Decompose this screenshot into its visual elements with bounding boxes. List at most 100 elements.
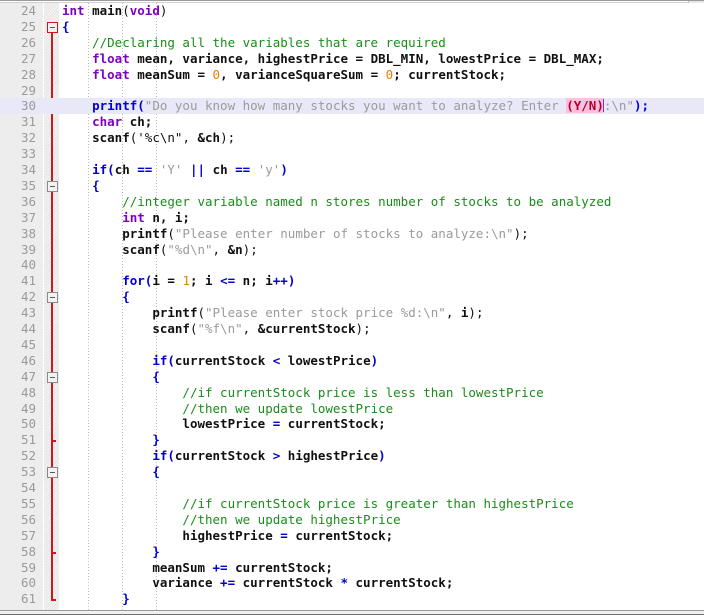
code-line[interactable]: 38 printf("Please enter number of stocks… xyxy=(0,226,704,242)
code-token: //if currentStock price is less than low… xyxy=(182,384,544,400)
code-line[interactable]: 34 if(ch == 'Y' || ch == 'y') xyxy=(0,162,704,178)
code-token: variance xyxy=(152,575,221,591)
code-token: main xyxy=(92,3,123,18)
code-line[interactable]: 56 //then we update highestPrice xyxy=(0,512,704,528)
code-line-text: //Declaring all the variables that are r… xyxy=(62,35,446,51)
code-line[interactable]: 54 xyxy=(0,480,704,496)
code-line[interactable]: 52 if(currentStock > highestPrice) xyxy=(0,448,704,464)
line-number: 45 xyxy=(20,336,36,352)
code-token: float xyxy=(92,66,130,82)
code-line[interactable]: 26 //Declaring all the variables that ar… xyxy=(0,35,704,51)
code-line-text: //integer variable named n stores number… xyxy=(62,194,611,210)
code-line[interactable]: 39 scanf("%d\n", &n); xyxy=(0,242,704,258)
code-token: } xyxy=(122,591,130,607)
code-token: ); xyxy=(220,130,236,146)
code-line[interactable]: 27 float mean, variance, highestPrice = … xyxy=(0,51,704,67)
code-line[interactable]: 60 variance += currentStock * currentSto… xyxy=(0,575,704,591)
code-line[interactable]: 55 //if currentStock price is greater th… xyxy=(0,496,704,512)
line-number: 59 xyxy=(20,559,36,575)
code-token: { xyxy=(92,177,100,193)
line-number: 27 xyxy=(20,50,36,66)
code-line-text: { xyxy=(62,289,130,305)
code-token: if xyxy=(152,352,168,368)
code-line[interactable]: 57 highestPrice = currentStock; xyxy=(0,528,704,544)
code-line[interactable]: 37 int n, i; xyxy=(0,210,704,226)
code-line[interactable]: 36 //integer variable named n stores num… xyxy=(0,194,704,210)
code-token: ) xyxy=(378,448,386,464)
code-token: 0 xyxy=(212,66,221,82)
code-token: ; i xyxy=(189,273,221,289)
line-number: 29 xyxy=(20,82,36,98)
code-token: currentStock; xyxy=(280,416,386,432)
code-token: for xyxy=(122,273,145,289)
code-line[interactable]: 50 lowestPrice = currentStock; xyxy=(0,416,704,432)
code-token: //if currentStock price is greater than … xyxy=(182,495,574,511)
code-line[interactable]: 46 if(currentStock < lowestPrice) xyxy=(0,353,704,369)
code-line[interactable]: 48 //if currentStock price is less than … xyxy=(0,385,704,401)
code-token: ) xyxy=(159,3,168,18)
code-token: } xyxy=(152,543,160,559)
code-line[interactable]: 45 xyxy=(0,337,704,353)
code-token: if xyxy=(92,162,108,177)
code-line[interactable]: 25 { xyxy=(0,19,704,35)
code-token: , xyxy=(212,241,228,257)
code-line[interactable]: 24 int main(void) xyxy=(0,3,704,19)
code-token: "Please enter number of stocks to analyz… xyxy=(174,225,514,241)
code-line-text: variance += currentStock * currentStock; xyxy=(62,575,453,591)
code-line-text: //then we update highestPrice xyxy=(62,512,400,528)
code-line[interactable]: 61 } xyxy=(0,591,704,607)
code-token: , varianceSquareSum = xyxy=(220,66,386,82)
code-line[interactable]: 49 //then we update lowestPrice xyxy=(0,401,704,417)
code-token: ch; xyxy=(122,114,153,130)
code-line-text: } xyxy=(62,591,130,607)
code-token: ) xyxy=(280,162,288,177)
line-number: 61 xyxy=(20,591,36,607)
code-line[interactable]: 32 scanf('%c\n", &ch); xyxy=(0,130,704,146)
code-token: if xyxy=(152,448,168,464)
code-line[interactable]: 30 printf("Do you know how many stocks y… xyxy=(0,98,704,115)
code-token: meanSum xyxy=(152,559,213,575)
code-token: currentStock; xyxy=(287,527,394,543)
code-line[interactable]: 41 for(i = 1; i <= n; i++) xyxy=(0,273,704,289)
code-token: //then we update lowestPrice xyxy=(182,400,394,416)
code-line[interactable]: 58 } xyxy=(0,544,704,560)
code-line[interactable]: 31 char ch; xyxy=(0,114,704,130)
code-text-area[interactable]: 24 int main(void) 25{26 //Declaring all th… xyxy=(0,3,704,610)
code-line[interactable]: 44 scanf("%f\n", &currentStock); xyxy=(0,321,704,337)
code-line-text: char ch; xyxy=(62,114,152,130)
code-token: '%c\n" xyxy=(137,130,183,146)
code-token: printf xyxy=(122,225,168,241)
code-line-text: { xyxy=(62,464,160,480)
code-line[interactable]: 40 xyxy=(0,257,704,273)
code-line[interactable]: 42 { xyxy=(0,289,704,305)
code-line[interactable]: 33 xyxy=(0,146,704,162)
line-number: 42 xyxy=(20,289,36,305)
code-line[interactable]: 29 xyxy=(0,83,704,99)
code-line[interactable]: 43 printf("Please enter stock price %d:\… xyxy=(0,305,704,321)
line-number: 35 xyxy=(20,177,36,193)
line-number: 25 xyxy=(20,18,36,34)
code-line[interactable]: 51 } xyxy=(0,432,704,448)
code-line[interactable]: 53 { xyxy=(0,464,704,480)
code-line[interactable]: 28 float meanSum = 0, varianceSquareSum … xyxy=(0,67,704,83)
code-line[interactable]: 35 { xyxy=(0,178,704,194)
code-token: = xyxy=(280,527,288,543)
code-token: += xyxy=(220,575,236,591)
code-line[interactable]: 47 { xyxy=(0,369,704,385)
code-token: ch xyxy=(114,162,138,177)
code-token: , xyxy=(445,305,461,321)
code-token: ) xyxy=(287,273,296,289)
line-number: 58 xyxy=(20,543,36,559)
code-line[interactable]: 59 meanSum += currentStock; xyxy=(0,560,704,576)
code-token: currentStock; xyxy=(348,575,454,591)
